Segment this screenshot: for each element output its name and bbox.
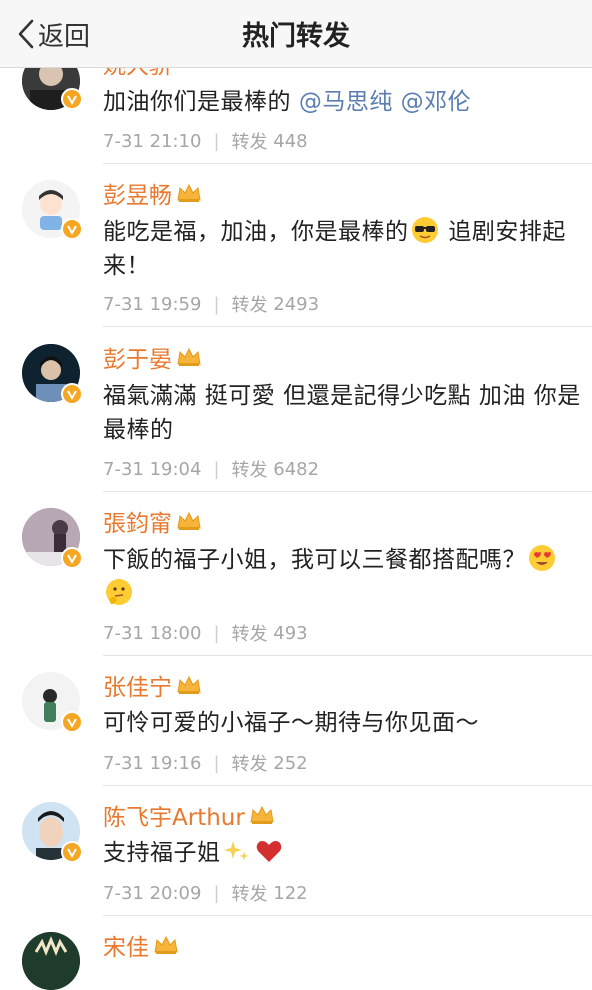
user-name[interactable]: 彭昱畅 [103, 176, 172, 210]
timestamp: 7-31 21:10 [103, 130, 202, 152]
user-name[interactable]: 張鈞甯 [103, 504, 172, 538]
repost-content: 福氣滿滿 挺可愛 但還是記得少吃點 加油 你是最棒的 [103, 379, 583, 447]
repost-label[interactable]: 转发 [232, 750, 268, 776]
user-name[interactable]: 宋佳 [103, 928, 149, 962]
navigation-bar: 返回 热门转发 [0, 0, 592, 68]
repost-text: 福氣滿滿 挺可愛 但還是記得少吃點 加油 你是最棒的 [103, 383, 581, 443]
divider: | [213, 882, 220, 904]
repost-count: 2493 [273, 293, 320, 315]
heart-eyes-emoji-icon [529, 545, 555, 571]
repost-count: 122 [273, 882, 308, 904]
crown-icon [250, 805, 274, 824]
timestamp: 7-31 18:00 [103, 622, 202, 644]
mention-link[interactable]: @邓伦 [401, 89, 472, 115]
thinking-emoji-icon [106, 579, 132, 605]
user-name-line: 陈飞宇Arthur [103, 798, 275, 832]
user-name[interactable]: 陈飞宇Arthur [103, 798, 245, 832]
divider: | [213, 458, 220, 480]
repost-label[interactable]: 转发 [232, 128, 268, 154]
timestamp: 7-31 20:09 [103, 882, 202, 904]
repost-content: 能吃是福，加油，你是最棒的 追剧安排起来！ [103, 215, 583, 283]
divider [103, 326, 592, 327]
timestamp: 7-31 19:59 [103, 293, 202, 315]
repost-count: 252 [273, 752, 308, 774]
repost-meta: 7-31 19:16 | 转发 252 [103, 750, 308, 776]
divider [103, 655, 592, 656]
repost-meta: 7-31 19:04 | 转发 6482 [103, 456, 319, 482]
repost-text: 能吃是福，加油，你是最棒的 [103, 219, 409, 245]
divider [103, 915, 592, 916]
divider: | [213, 752, 220, 774]
repost-meta: 7-31 19:59 | 转发 2493 [103, 291, 319, 317]
repost-count: 493 [273, 622, 308, 644]
heart-emoji-icon [256, 841, 281, 862]
user-name[interactable]: 张佳宁 [103, 668, 172, 702]
verified-badge-icon [61, 88, 83, 110]
timestamp: 7-31 19:16 [103, 752, 202, 774]
repost-content: 可怜可爱的小福子～期待与你见面～ [103, 706, 583, 740]
verified-badge-icon [61, 841, 83, 863]
avatar[interactable] [22, 932, 80, 990]
divider: | [213, 622, 220, 644]
user-name-line: 彭于晏 [103, 340, 202, 374]
repost-content: 下飯的福子小姐，我可以三餐都搭配嗎？ [103, 543, 583, 611]
repost-label[interactable]: 转发 [232, 880, 268, 906]
divider [103, 163, 592, 164]
timestamp: 7-31 19:04 [103, 458, 202, 480]
repost-label[interactable]: 转发 [232, 291, 268, 317]
sparkles-emoji-icon [223, 841, 249, 861]
repost-meta: 7-31 21:10 | 转发 448 [103, 128, 308, 154]
repost-text: 支持福子姐 [103, 840, 221, 866]
divider [103, 491, 592, 492]
repost-content: 加油你们是最棒的 @马思纯 @邓伦 [103, 85, 583, 119]
mention-link[interactable]: @马思纯 [299, 89, 393, 115]
repost-count: 448 [273, 130, 308, 152]
repost-label[interactable]: 转发 [232, 620, 268, 646]
crown-icon [177, 675, 201, 694]
repost-list: 姚大骄 加油你们是最棒的 @马思纯 @邓伦 7-31 21:10 | 转发 44… [0, 0, 592, 990]
repost-text: 加油你们是最棒的 [103, 89, 291, 115]
repost-text: 可怜可爱的小福子～期待与你见面～ [103, 710, 479, 736]
verified-badge-icon [61, 383, 83, 405]
page-title: 热门转发 [242, 21, 350, 52]
repost-meta: 7-31 20:09 | 转发 122 [103, 880, 308, 906]
user-name-line: 张佳宁 [103, 668, 202, 702]
user-name-line: 張鈞甯 [103, 504, 202, 538]
repost-content: 支持福子姐 [103, 836, 583, 870]
crown-icon [177, 183, 201, 202]
user-name[interactable]: 彭于晏 [103, 340, 172, 374]
repost-meta: 7-31 18:00 | 转发 493 [103, 620, 308, 646]
crown-icon [177, 511, 201, 530]
repost-count: 6482 [273, 458, 320, 480]
verified-badge-icon [61, 547, 83, 569]
verified-badge-icon [61, 711, 83, 733]
repost-text: 下飯的福子小姐，我可以三餐都搭配嗎？ [103, 547, 526, 573]
sunglasses-emoji-icon [411, 217, 438, 243]
user-name-line: 宋佳 [103, 928, 179, 962]
divider: | [213, 293, 220, 315]
divider: | [213, 130, 220, 152]
user-name-line: 彭昱畅 [103, 176, 202, 210]
repost-label[interactable]: 转发 [232, 456, 268, 482]
verified-badge-icon [61, 218, 83, 240]
divider [103, 785, 592, 786]
crown-icon [154, 935, 178, 954]
crown-icon [177, 347, 201, 366]
